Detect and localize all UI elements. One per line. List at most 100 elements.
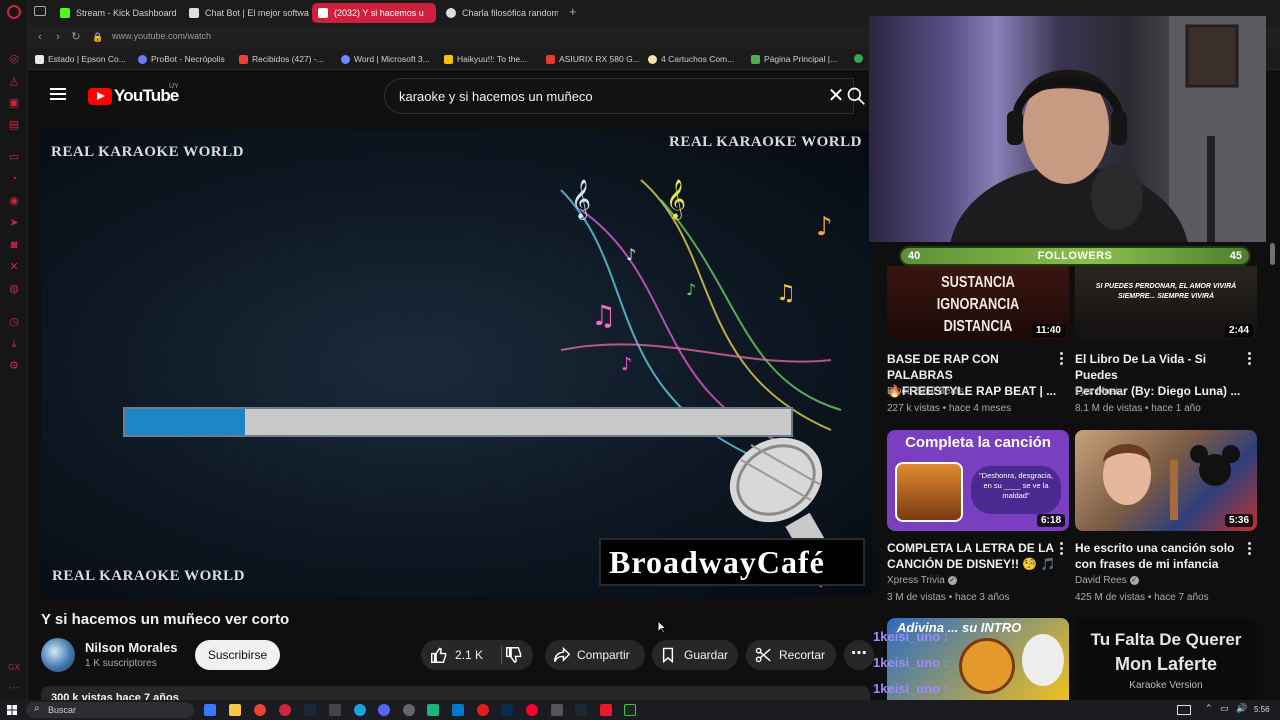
more-options-icon[interactable] — [1248, 352, 1252, 367]
bookmark-cartuchos[interactable]: 4 Cartuchos Com... — [648, 54, 734, 64]
speed-dial-icon[interactable]: ◎ — [7, 52, 21, 66]
calculator-icon[interactable] — [329, 704, 341, 716]
mouse-cursor-icon — [657, 620, 667, 634]
more-icon[interactable]: ⋯ — [7, 681, 21, 695]
tab-kick-dashboard[interactable]: Stream - Kick Dashboard — [54, 3, 182, 23]
related-meta-4: 425 M de vistas • hace 7 años — [1075, 592, 1209, 603]
followers-label: FOLLOWERS — [1037, 250, 1113, 262]
channel-name[interactable]: Nilson Morales — [85, 640, 177, 655]
discord-app-icon[interactable] — [378, 704, 390, 716]
related-title-4[interactable]: He escrito una canción solo con frases de… — [1075, 540, 1245, 572]
related-channel-2[interactable]: Lyrx Music — [1075, 386, 1122, 397]
tray-display-icon[interactable] — [1177, 705, 1191, 715]
app-icon[interactable] — [551, 704, 563, 716]
terminal-icon[interactable] — [624, 704, 636, 716]
search-icon[interactable] — [846, 86, 866, 106]
photoshop-icon[interactable] — [501, 704, 513, 716]
forward-icon[interactable]: › — [52, 31, 64, 43]
youtube-logo-icon[interactable] — [88, 88, 112, 105]
thumb-heading: Completa la canción — [905, 434, 1051, 451]
dislike-button[interactable] — [496, 640, 533, 670]
save-button[interactable]: Guardar — [652, 640, 738, 670]
related-thumbnail-1[interactable]: SUSTANCIA IGNORANCIA DISTANCIA 11:40 — [887, 266, 1069, 341]
youtube-app-icon[interactable] — [600, 704, 612, 716]
telegram-icon[interactable]: ➤ — [7, 216, 21, 230]
share-button[interactable]: Compartir — [545, 640, 645, 670]
search-box[interactable]: karaoke y si hacemos un muñeco ✕ — [384, 78, 854, 114]
thumbs-down-icon — [506, 647, 522, 663]
reload-icon[interactable]: ↻ — [70, 31, 82, 43]
video-title: Y si hacemos un muñeco ver corto — [41, 611, 290, 628]
verified-icon: ✓ — [947, 575, 957, 585]
x-icon[interactable]: ✕ — [7, 260, 21, 274]
edge-icon[interactable] — [354, 704, 366, 716]
related-channel-3[interactable]: Xpress Trivia ✓ — [887, 575, 957, 586]
subscribe-button[interactable]: Suscribirse — [195, 640, 280, 670]
related-channel-1[interactable]: Blood Soul Beats — [887, 386, 964, 397]
steam-icon[interactable] — [304, 704, 316, 716]
downloads-icon[interactable]: ⤓ — [7, 337, 21, 351]
clear-search-icon[interactable]: ✕ — [825, 85, 847, 107]
taskbar-search[interactable]: ⌕ Buscar — [26, 702, 194, 718]
bookmark-label: Word | Microsoft 3... — [354, 54, 430, 64]
opera-logo-icon[interactable] — [7, 5, 21, 19]
obs-icon[interactable] — [403, 704, 415, 716]
more-options-icon[interactable] — [1248, 542, 1252, 557]
related-channel-4[interactable]: David Rees ✓ — [1075, 575, 1139, 586]
tab-youtube-active[interactable]: (2032) Y si hacemos u — [312, 3, 436, 23]
more-options-icon[interactable] — [1060, 542, 1064, 557]
windows-start-icon[interactable] — [7, 705, 17, 715]
youtube-music-icon[interactable] — [526, 704, 538, 716]
new-tab-icon[interactable]: + — [569, 5, 577, 19]
bookmark-pagina-principal[interactable]: Página Principal |... — [751, 54, 837, 64]
channel-avatar[interactable] — [41, 638, 75, 672]
more-options-icon[interactable] — [1060, 352, 1064, 367]
opera-icon[interactable] — [477, 704, 489, 716]
settings-icon[interactable]: ⚙ — [7, 359, 21, 373]
discord-icon[interactable]: ◍ — [7, 282, 21, 296]
more-actions-icon[interactable]: ⋯ — [844, 640, 874, 670]
copilot-icon[interactable] — [204, 704, 216, 716]
bookmark-asiurix[interactable]: ASIURIX RX 580 G... — [546, 54, 640, 64]
twitch-icon[interactable]: ▭ — [7, 150, 21, 164]
workspace-icon[interactable]: ▣ — [7, 96, 21, 110]
gx-icon[interactable]: GX — [7, 661, 21, 675]
bookmark-epson[interactable]: Estado | Epson Co... — [35, 54, 126, 64]
bookmark-gmail[interactable]: Recibidos (427) -... — [239, 54, 324, 64]
app-icon[interactable] — [427, 704, 439, 716]
related-thumbnail-4[interactable]: 5:36 — [1075, 430, 1257, 531]
messenger-icon[interactable]: ◔ — [7, 172, 21, 186]
tab-charla[interactable]: Charla filosófica random — [440, 3, 558, 23]
tray-volume-icon[interactable]: 🔊 — [1236, 703, 1247, 714]
vscode-icon[interactable] — [452, 704, 464, 716]
history-icon[interactable]: ◷ — [7, 315, 21, 329]
chrome-icon[interactable] — [254, 704, 266, 716]
gallery-icon[interactable]: ▤ — [7, 118, 21, 132]
back-icon[interactable]: ‹ — [34, 31, 46, 43]
aria-icon[interactable]: ◬ — [7, 74, 21, 88]
bookmark-haikyuu[interactable]: Haikyuu!!: To the... — [444, 54, 527, 64]
url-field[interactable]: www.youtube.com/watch — [112, 31, 211, 41]
video-player[interactable]: 𝄞 𝄞 ♪ ♫ ♫ ♪ ♪ ♪ REAL KARAOKE WORLD REAL … — [41, 130, 873, 597]
related-title-3[interactable]: COMPLETA LA LETRA DE LA CANCIÓN DE DISNEY… — [887, 540, 1057, 572]
google-drive-icon[interactable] — [854, 54, 863, 63]
steam-icon[interactable] — [575, 704, 587, 716]
whatsapp-icon[interactable]: ◉ — [7, 194, 21, 208]
tray-chevron-icon[interactable]: ⌃ — [1205, 703, 1213, 714]
related-thumbnail-2[interactable]: SI PUEDES PERDONAR, EL AMOR VIVIRÁ SIEMPR… — [1075, 266, 1257, 341]
bookmark-word[interactable]: Word | Microsoft 3... — [341, 54, 430, 64]
instagram-icon[interactable]: ◙ — [7, 238, 21, 252]
clip-button[interactable]: Recortar — [746, 640, 836, 670]
opera-gx-icon[interactable] — [279, 704, 291, 716]
related-thumbnail-3[interactable]: Completa la canción "Deshonra, desgracia… — [887, 430, 1069, 531]
search-input[interactable]: karaoke y si hacemos un muñeco — [399, 89, 593, 104]
tray-network-icon[interactable]: ▭ — [1220, 703, 1229, 714]
related-thumbnail-6[interactable]: Tu Falta De Querer Mon Laferte Karaoke V… — [1075, 618, 1257, 700]
tab-chat-bot[interactable]: Chat Bot | El mejor softwa — [183, 3, 309, 23]
taskbar-clock[interactable]: 5:56 — [1254, 705, 1270, 714]
tab-overview-icon[interactable] — [34, 6, 46, 16]
menu-icon[interactable] — [50, 88, 66, 100]
bookmark-probot[interactable]: ProBot - Necrópolis — [138, 54, 225, 64]
file-explorer-icon[interactable] — [229, 704, 241, 716]
sidebar-scrollbar[interactable] — [1270, 243, 1275, 265]
